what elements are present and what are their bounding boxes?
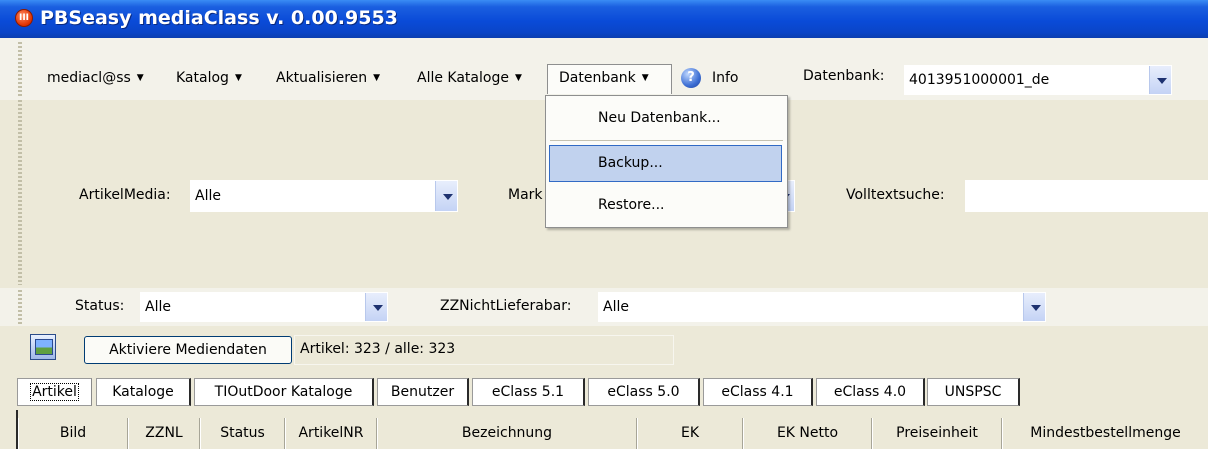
chevron-down-icon: ▼ [234,73,242,83]
column-header-artikelnr[interactable]: ArtikelNR [285,418,377,449]
artikelmedia-value: Alle [195,188,221,204]
menu-item-backup[interactable]: Backup... [598,155,663,171]
menu-mediaclass-label: mediacl@ss [47,70,131,86]
status-grip[interactable] [18,290,22,324]
zznichtlieferabar-select[interactable]: Alle [598,292,1046,322]
chevron-down-icon: ▼ [373,73,381,83]
menu-katalog-label: Katalog [176,70,229,86]
chevron-down-icon: ▼ [136,73,144,83]
zznichtlieferabar-value: Alle [603,299,629,315]
column-header-bild[interactable]: Bild [18,418,128,449]
tab-benutzer[interactable]: Benutzer [377,378,469,406]
datenbank-select[interactable]: 4013951000001_de [904,65,1172,95]
app-icon[interactable]: III [15,9,33,27]
tab-artikel-label: Artikel [30,383,79,401]
menu-mediaclass[interactable]: mediacl@ss ▼ [47,68,144,88]
menu-katalog[interactable]: Katalog ▼ [176,68,242,88]
tab-artikel[interactable]: Artikel [17,378,92,406]
mark-label: Mark [508,187,543,203]
menu-aktualisieren[interactable]: Aktualisieren ▼ [276,68,380,88]
status-value: Alle [145,299,171,315]
column-header-ek[interactable]: EK [637,418,743,449]
column-header-zznl[interactable]: ZZNL [128,418,200,449]
status-select[interactable]: Alle [140,292,388,322]
volltextsuche-label: Volltextsuche: [846,187,945,203]
toolbar-grip[interactable] [18,42,22,98]
menu-item-restore[interactable]: Restore... [598,197,664,213]
datenbank-label: Datenbank: [803,68,885,84]
chevron-down-icon[interactable] [365,293,387,321]
filter-grip[interactable] [18,100,22,285]
menu-datenbank-label: Datenbank [559,70,636,86]
chevron-down-icon[interactable] [435,181,457,211]
menu-item-highlight [549,145,782,182]
menu-info[interactable]: Info [712,68,739,88]
tab-kataloge[interactable]: Kataloge [96,378,191,406]
article-count: Artikel: 323 / alle: 323 [300,341,456,357]
menu-datenbank[interactable]: Datenbank ▼ [559,68,649,88]
artikelmedia-label: ArtikelMedia: [79,187,171,203]
tab-eclass-41[interactable]: eClass 4.1 [703,378,813,406]
chevron-down-icon[interactable] [1149,66,1171,94]
zznichtlieferabar-label: ZZNichtLieferabar: [440,298,572,314]
volltextsuche-input[interactable] [965,180,1208,212]
menu-item-neu-datenbank[interactable]: Neu Datenbank... [598,110,721,126]
column-header-bezeichnung[interactable]: Bezeichnung [377,418,637,449]
chevron-down-icon: ▼ [641,73,649,83]
image-icon[interactable] [30,334,56,360]
aktiviere-mediendaten-button[interactable]: Aktiviere Mediendaten [84,336,292,364]
datenbank-value: 4013951000001_de [909,72,1050,88]
menu-aktualisieren-label: Aktualisieren [276,70,368,86]
chevron-down-icon[interactable] [1023,293,1045,321]
tab-eclass-40[interactable]: eClass 4.0 [816,378,925,406]
info-icon[interactable]: ? [681,68,701,88]
column-header-mindestbestellmenge[interactable]: Mindestbestellmenge [1002,418,1208,449]
menu-separator [550,140,783,141]
datenbank-dropdown-menu: Neu Datenbank... Backup... Restore... [545,95,788,228]
status-label: Status: [75,298,125,314]
chevron-down-icon: ▼ [514,73,522,83]
window-title: PBSeasy mediaClass v. 0.00.9553 [40,7,398,29]
column-header-status[interactable]: Status [200,418,285,449]
menu-alle-kataloge-label: Alle Kataloge [417,70,509,86]
tab-eclass-50[interactable]: eClass 5.0 [588,378,700,406]
tab-eclass-51[interactable]: eClass 5.1 [472,378,585,406]
tab-unspsc[interactable]: UNSPSC [927,378,1020,406]
menu-alle-kataloge[interactable]: Alle Kataloge ▼ [417,68,522,88]
tab-tioutdoor-kataloge[interactable]: TIOutDoor Kataloge [194,378,374,406]
column-header-ek-netto[interactable]: EK Netto [743,418,872,449]
artikelmedia-select[interactable]: Alle [190,180,458,212]
column-header-preiseinheit[interactable]: Preiseinheit [872,418,1002,449]
